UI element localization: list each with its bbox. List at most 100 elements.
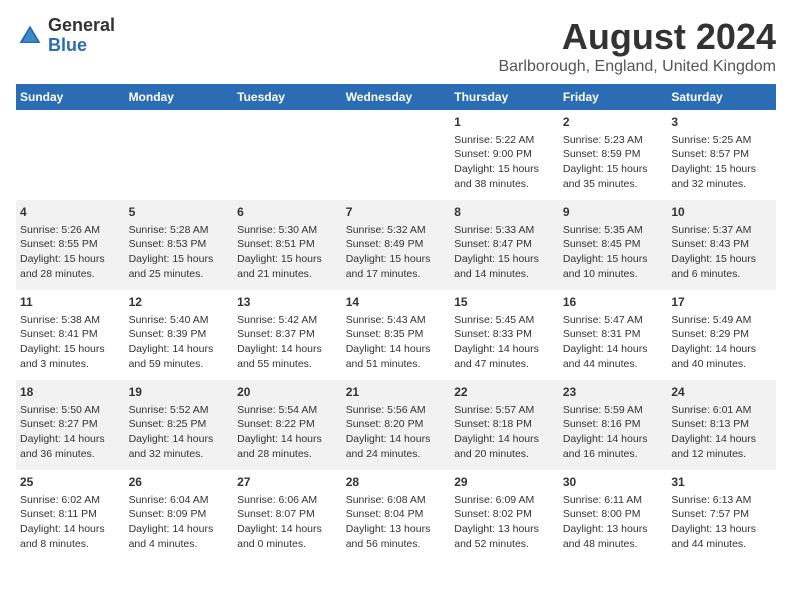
day-number: 27: [237, 474, 338, 491]
day-number: 2: [563, 114, 664, 131]
cell-content: Sunrise: 5:22 AM Sunset: 9:00 PM Dayligh…: [454, 133, 555, 192]
day-number: 18: [20, 384, 121, 401]
cell-content: Sunrise: 5:49 AM Sunset: 8:29 PM Dayligh…: [671, 313, 772, 372]
day-number: 6: [237, 204, 338, 221]
cell-content: Sunrise: 5:47 AM Sunset: 8:31 PM Dayligh…: [563, 313, 664, 372]
cell-content: Sunrise: 6:06 AM Sunset: 8:07 PM Dayligh…: [237, 493, 338, 552]
calendar-week-row: 18 Sunrise: 5:50 AM Sunset: 8:27 PM Dayli…: [16, 380, 776, 470]
calendar-cell: 5 Sunrise: 5:28 AM Sunset: 8:53 PM Daylig…: [125, 200, 234, 290]
cell-content: Sunrise: 6:08 AM Sunset: 8:04 PM Dayligh…: [346, 493, 447, 552]
cell-content: Sunrise: 5:45 AM Sunset: 8:33 PM Dayligh…: [454, 313, 555, 372]
day-number: 16: [563, 294, 664, 311]
logo-blue: Blue: [48, 35, 87, 55]
header-friday: Friday: [559, 84, 668, 110]
calendar-cell: 15 Sunrise: 5:45 AM Sunset: 8:33 PM Dayli…: [450, 290, 559, 380]
cell-content: Sunrise: 5:26 AM Sunset: 8:55 PM Dayligh…: [20, 223, 121, 282]
cell-content: Sunrise: 5:50 AM Sunset: 8:27 PM Dayligh…: [20, 403, 121, 462]
calendar-cell: 18 Sunrise: 5:50 AM Sunset: 8:27 PM Dayli…: [16, 380, 125, 470]
calendar-cell: [342, 110, 451, 200]
calendar-cell: [125, 110, 234, 200]
cell-content: Sunrise: 6:13 AM Sunset: 7:57 PM Dayligh…: [671, 493, 772, 552]
cell-content: Sunrise: 5:52 AM Sunset: 8:25 PM Dayligh…: [129, 403, 230, 462]
calendar-header-row: SundayMondayTuesdayWednesdayThursdayFrid…: [16, 84, 776, 110]
calendar-cell: 31 Sunrise: 6:13 AM Sunset: 7:57 PM Dayli…: [667, 470, 776, 560]
title-area: August 2024 Barlborough, England, United…: [498, 16, 776, 76]
calendar-cell: 20 Sunrise: 5:54 AM Sunset: 8:22 PM Dayli…: [233, 380, 342, 470]
day-number: 19: [129, 384, 230, 401]
day-number: 4: [20, 204, 121, 221]
calendar-week-row: 1 Sunrise: 5:22 AM Sunset: 9:00 PM Daylig…: [16, 110, 776, 200]
day-number: 1: [454, 114, 555, 131]
calendar-cell: 8 Sunrise: 5:33 AM Sunset: 8:47 PM Daylig…: [450, 200, 559, 290]
day-number: 28: [346, 474, 447, 491]
day-number: 20: [237, 384, 338, 401]
calendar-cell: 28 Sunrise: 6:08 AM Sunset: 8:04 PM Dayli…: [342, 470, 451, 560]
day-number: 9: [563, 204, 664, 221]
calendar-cell: 6 Sunrise: 5:30 AM Sunset: 8:51 PM Daylig…: [233, 200, 342, 290]
calendar-cell: 11Sunrise: 5:38 AM Sunset: 8:41 PM Dayli…: [16, 290, 125, 380]
calendar-week-row: 11Sunrise: 5:38 AM Sunset: 8:41 PM Dayli…: [16, 290, 776, 380]
calendar-cell: 27 Sunrise: 6:06 AM Sunset: 8:07 PM Dayli…: [233, 470, 342, 560]
subtitle: Barlborough, England, United Kingdom: [498, 58, 776, 76]
cell-content: Sunrise: 5:33 AM Sunset: 8:47 PM Dayligh…: [454, 223, 555, 282]
cell-content: Sunrise: 5:40 AM Sunset: 8:39 PM Dayligh…: [129, 313, 230, 372]
cell-content: Sunrise: 5:42 AM Sunset: 8:37 PM Dayligh…: [237, 313, 338, 372]
header-saturday: Saturday: [667, 84, 776, 110]
day-number: 24: [671, 384, 772, 401]
calendar-cell: 2 Sunrise: 5:23 AM Sunset: 8:59 PM Daylig…: [559, 110, 668, 200]
day-number: 23: [563, 384, 664, 401]
calendar-cell: 7 Sunrise: 5:32 AM Sunset: 8:49 PM Daylig…: [342, 200, 451, 290]
calendar-cell: 1 Sunrise: 5:22 AM Sunset: 9:00 PM Daylig…: [450, 110, 559, 200]
calendar-cell: 29Sunrise: 6:09 AM Sunset: 8:02 PM Dayli…: [450, 470, 559, 560]
cell-content: Sunrise: 5:28 AM Sunset: 8:53 PM Dayligh…: [129, 223, 230, 282]
cell-content: Sunrise: 5:37 AM Sunset: 8:43 PM Dayligh…: [671, 223, 772, 282]
calendar-week-row: 4 Sunrise: 5:26 AM Sunset: 8:55 PM Daylig…: [16, 200, 776, 290]
logo: General Blue: [16, 16, 115, 56]
calendar-cell: 16 Sunrise: 5:47 AM Sunset: 8:31 PM Dayli…: [559, 290, 668, 380]
day-number: 14: [346, 294, 447, 311]
calendar-cell: 14Sunrise: 5:43 AM Sunset: 8:35 PM Dayli…: [342, 290, 451, 380]
day-number: 25: [20, 474, 121, 491]
day-number: 15: [454, 294, 555, 311]
day-number: 30: [563, 474, 664, 491]
calendar-cell: 4 Sunrise: 5:26 AM Sunset: 8:55 PM Daylig…: [16, 200, 125, 290]
day-number: 13: [237, 294, 338, 311]
calendar-cell: 13 Sunrise: 5:42 AM Sunset: 8:37 PM Dayli…: [233, 290, 342, 380]
calendar-cell: [233, 110, 342, 200]
cell-content: Sunrise: 5:30 AM Sunset: 8:51 PM Dayligh…: [237, 223, 338, 282]
calendar-table: SundayMondayTuesdayWednesdayThursdayFrid…: [16, 84, 776, 560]
day-number: 5: [129, 204, 230, 221]
cell-content: Sunrise: 6:11 AM Sunset: 8:00 PM Dayligh…: [563, 493, 664, 552]
cell-content: Sunrise: 6:04 AM Sunset: 8:09 PM Dayligh…: [129, 493, 230, 552]
logo-general: General: [48, 15, 115, 35]
calendar-cell: 26 Sunrise: 6:04 AM Sunset: 8:09 PM Dayli…: [125, 470, 234, 560]
day-number: 31: [671, 474, 772, 491]
day-number: 7: [346, 204, 447, 221]
header-monday: Monday: [125, 84, 234, 110]
calendar-cell: [16, 110, 125, 200]
calendar-cell: 24 Sunrise: 6:01 AM Sunset: 8:13 PM Dayli…: [667, 380, 776, 470]
day-number: 17: [671, 294, 772, 311]
header-tuesday: Tuesday: [233, 84, 342, 110]
calendar-cell: 17 Sunrise: 5:49 AM Sunset: 8:29 PM Dayli…: [667, 290, 776, 380]
cell-content: Sunrise: 6:09 AM Sunset: 8:02 PM Dayligh…: [454, 493, 555, 552]
calendar-cell: 21Sunrise: 5:56 AM Sunset: 8:20 PM Dayli…: [342, 380, 451, 470]
cell-content: Sunrise: 5:59 AM Sunset: 8:16 PM Dayligh…: [563, 403, 664, 462]
cell-content: Sunrise: 5:32 AM Sunset: 8:49 PM Dayligh…: [346, 223, 447, 282]
cell-content: Sunrise: 6:02 AM Sunset: 8:11 PM Dayligh…: [20, 493, 121, 552]
day-number: 10: [671, 204, 772, 221]
cell-content: Sunrise: 6:01 AM Sunset: 8:13 PM Dayligh…: [671, 403, 772, 462]
calendar-cell: 22Sunrise: 5:57 AM Sunset: 8:18 PM Dayli…: [450, 380, 559, 470]
cell-content: Sunrise: 5:23 AM Sunset: 8:59 PM Dayligh…: [563, 133, 664, 192]
calendar-cell: 23 Sunrise: 5:59 AM Sunset: 8:16 PM Dayli…: [559, 380, 668, 470]
day-number: 8: [454, 204, 555, 221]
calendar-cell: 25 Sunrise: 6:02 AM Sunset: 8:11 PM Dayli…: [16, 470, 125, 560]
day-number: 3: [671, 114, 772, 131]
day-number: 26: [129, 474, 230, 491]
cell-content: Sunrise: 5:54 AM Sunset: 8:22 PM Dayligh…: [237, 403, 338, 462]
calendar-cell: 30 Sunrise: 6:11 AM Sunset: 8:00 PM Dayli…: [559, 470, 668, 560]
calendar-cell: 3Sunrise: 5:25 AM Sunset: 8:57 PM Daylig…: [667, 110, 776, 200]
header-wednesday: Wednesday: [342, 84, 451, 110]
main-title: August 2024: [498, 16, 776, 58]
day-number: 11: [20, 294, 121, 311]
